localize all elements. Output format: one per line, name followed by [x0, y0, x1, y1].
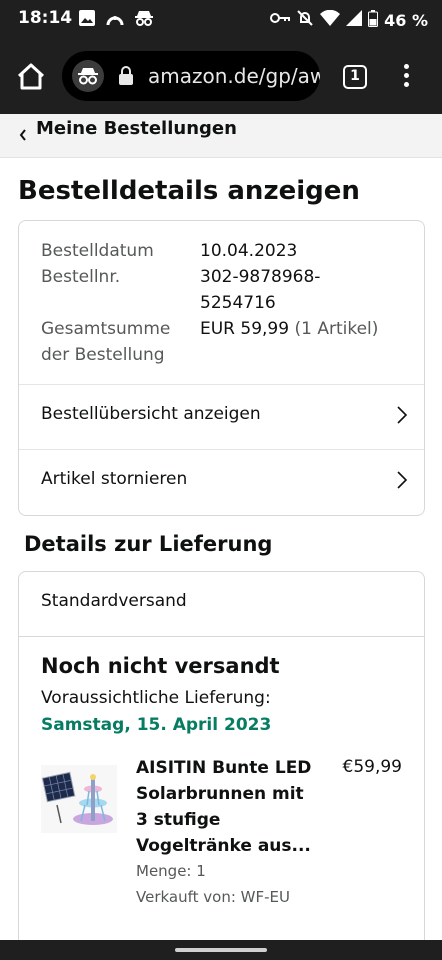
- more-menu-button[interactable]: [396, 64, 416, 92]
- product-quantity: Menge: 1: [136, 862, 206, 880]
- order-number-value-2: 5254716: [200, 293, 276, 313]
- battery-icon: [368, 9, 379, 32]
- chevron-right-icon: [396, 405, 408, 430]
- incognito-icon: [134, 9, 154, 32]
- order-date-label: Bestelldatum: [41, 241, 154, 261]
- order-total-label-1: Gesamtsumme: [41, 319, 171, 339]
- product-image[interactable]: [41, 765, 117, 833]
- order-date-value: 10.04.2023: [200, 241, 298, 261]
- order-total-label-2: der Bestellung: [41, 345, 165, 365]
- divider: [19, 636, 424, 637]
- status-time: 18:14: [18, 8, 73, 28]
- order-summary-card: Bestelldatum 10.04.2023 Bestellnr. 302-9…: [18, 220, 425, 516]
- shipment-status: Noch nicht versandt: [41, 654, 280, 678]
- delivery-section-title: Details zur Lieferung: [24, 532, 273, 556]
- shipping-method: Standardversand: [41, 591, 187, 611]
- battery-percent: 46 %: [384, 11, 428, 30]
- arc-icon: [106, 9, 124, 32]
- menu-dot-icon: [403, 73, 409, 78]
- page-title: Bestelldetails anzeigen: [18, 176, 360, 206]
- menu-dot-icon: [403, 82, 409, 87]
- view-order-summary-row[interactable]: Bestellübersicht anzeigen: [19, 384, 424, 449]
- image-icon: [78, 9, 96, 32]
- chevron-right-icon: [396, 470, 408, 495]
- wifi-icon: [320, 9, 341, 31]
- incognito-badge: [72, 60, 104, 92]
- product-price: €59,99: [342, 757, 402, 777]
- view-order-summary-label: Bestellübersicht anzeigen: [41, 404, 261, 424]
- expected-delivery-label: Voraussichtliche Lieferung:: [41, 688, 271, 708]
- cancel-items-label: Artikel stornieren: [41, 469, 188, 489]
- order-total-amount: EUR 59,99: [200, 319, 290, 339]
- order-total-value: EUR 59,99 (1 Artikel): [200, 316, 378, 342]
- menu-dot-icon: [403, 64, 409, 69]
- delivery-card: Standardversand Noch nicht versandt Vora…: [18, 571, 425, 951]
- chevron-left-icon: [18, 128, 28, 147]
- product-seller: Verkauft von: WF-EU: [136, 888, 290, 906]
- home-icon: [17, 63, 45, 90]
- incognito-icon: [78, 68, 98, 85]
- browser-toolbar: amazon.de/gp/aw 1: [0, 38, 442, 114]
- product-title-link[interactable]: AISITIN Bunte LED Solarbrunnen mit 3 stu…: [136, 755, 316, 859]
- expected-delivery-date: Samstag, 15. April 2023: [41, 715, 272, 735]
- back-link[interactable]: Meine Bestellungen: [0, 114, 442, 158]
- address-bar[interactable]: amazon.de/gp/aw: [62, 51, 320, 101]
- url-text: amazon.de/gp/aw: [148, 64, 320, 88]
- order-number-value-1: 302-9878968-: [200, 267, 321, 287]
- cancel-items-row[interactable]: Artikel stornieren: [19, 449, 424, 514]
- key-icon: [270, 11, 291, 30]
- signal-icon: [346, 10, 363, 31]
- back-link-label: Meine Bestellungen: [36, 118, 237, 139]
- system-nav-bar: [0, 940, 442, 960]
- lock-icon: [118, 66, 134, 91]
- tab-switcher-button[interactable]: 1: [343, 65, 367, 89]
- home-button[interactable]: [14, 60, 48, 94]
- mute-icon: [296, 9, 314, 32]
- order-total-items: (1 Artikel): [294, 319, 379, 339]
- order-number-label: Bestellnr.: [41, 267, 121, 287]
- home-gesture-handle[interactable]: [175, 948, 267, 952]
- status-bar: 18:14 46 %: [0, 0, 442, 38]
